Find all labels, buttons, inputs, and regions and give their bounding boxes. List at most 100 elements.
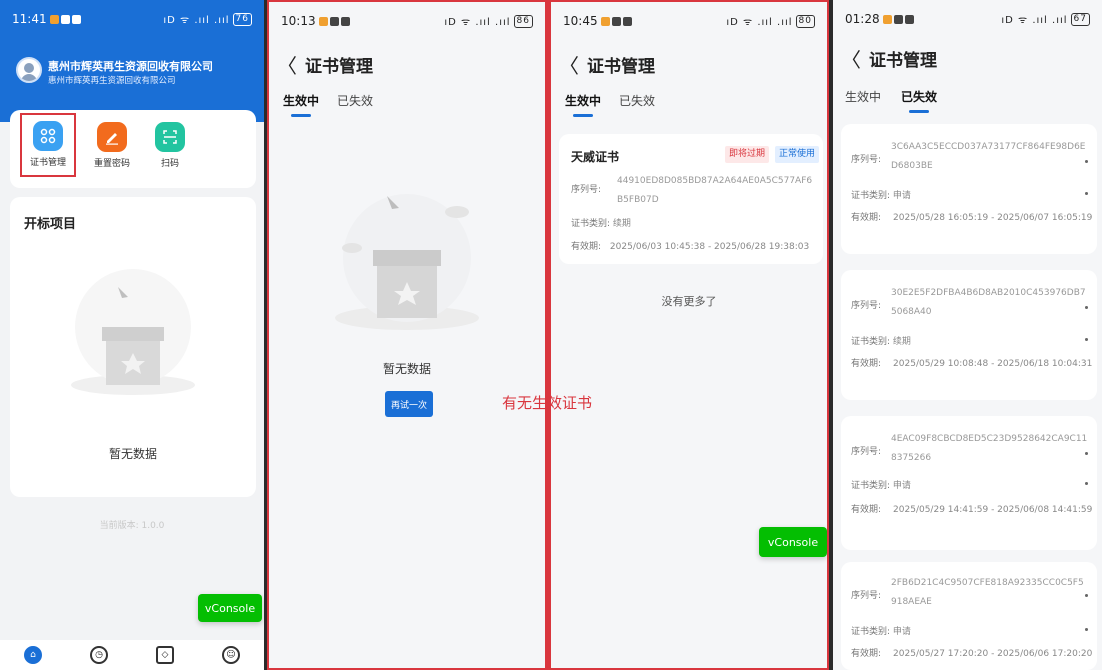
valid-label: 有效期:	[851, 213, 882, 223]
serial-label: 序列号:	[851, 155, 882, 165]
tab-indicator	[291, 114, 311, 117]
page-title: 证书管理	[869, 50, 937, 71]
menu-label: 重置密码	[93, 159, 130, 169]
serial-value: 4EAC09F8CBCD8ED5C23D9528642CA9C118375266	[891, 434, 1088, 463]
bottom-tabbar: ⌂ ◷ ◇ ☺	[0, 640, 264, 670]
type-value: 续期	[892, 337, 911, 347]
empty-text: 暂无数据	[382, 362, 431, 376]
tab-bar: 生效中 已失效	[269, 92, 545, 122]
cert-card[interactable]: 天威证书 即将过期 正常使用 序列号: 44910ED8D085BD87A2A6…	[559, 134, 823, 264]
tab-label: 生效中	[565, 94, 602, 108]
tab-active-certs[interactable]: 生效中	[845, 88, 881, 105]
tab-label: 已失效	[619, 94, 656, 108]
menu-cert-management[interactable]: 证书管理	[20, 113, 76, 177]
app-version: 当前版本: 1.0.0	[99, 521, 165, 531]
annotation-caption: 有无生效证书	[502, 394, 593, 412]
tab-label: 已失效	[901, 90, 938, 104]
battery-icon: 86	[513, 14, 533, 28]
tab-bar: 生效中 已失效	[551, 92, 827, 122]
phone-cert-empty: 10:13 ıD ᯤ .ııl .ııl 86 〈 证书管理 生效中 已失效 暂…	[267, 0, 547, 670]
tab-expired-certs[interactable]: 已失效	[337, 92, 373, 109]
company-header: 11:41 ıD ᯤ .ııl .ııl 76 惠州市辉英再生资源回收有限公司 …	[0, 0, 264, 122]
more-dot-icon	[1085, 192, 1088, 195]
back-icon[interactable]: 〈	[841, 44, 869, 73]
vconsole-button[interactable]: vConsole	[759, 527, 827, 557]
phone-home: 11:41 ıD ᯤ .ııl .ııl 76 惠州市辉英再生资源回收有限公司 …	[0, 0, 264, 670]
more-dot-icon	[1085, 306, 1088, 309]
type-value: 续期	[612, 219, 631, 229]
status-badge: 正常使用	[775, 146, 820, 163]
status-time: 01:28	[845, 12, 880, 26]
back-icon[interactable]: 〈	[559, 50, 587, 79]
menu-label: 证书管理	[29, 158, 66, 168]
company-name: 惠州市辉英再生资源回收有限公司	[48, 60, 213, 73]
status-bar: 11:41 ıD ᯤ .ııl .ııl 76	[0, 0, 264, 38]
empty-box-illustration	[335, 194, 479, 330]
phone-cert-active: 10:45 ıD ᯤ .ııl .ııl 80 〈 证书管理 生效中 已失效 天…	[549, 0, 829, 670]
menu-reset-password[interactable]: 重置密码	[84, 116, 140, 169]
no-more-text: 没有更多了	[661, 295, 717, 308]
grid-icon	[33, 121, 63, 151]
more-dot-icon	[1085, 482, 1088, 485]
type-label: 证书类别:	[571, 219, 611, 229]
cert-card[interactable]: 序列号: 2FB6D21C4C9507CFE818A92335CC0C5F591…	[841, 562, 1097, 670]
menu-label: 扫码	[160, 159, 179, 169]
cert-card[interactable]: 序列号: 30E2E5F2DFBA4B6D8AB2010C453976DB750…	[841, 270, 1097, 400]
status-time: 10:45	[563, 14, 598, 28]
cert-card[interactable]: 序列号: 4EAC09F8CBCD8ED5C23D9528642CA9C1183…	[841, 416, 1097, 550]
profile-icon[interactable]: ☺	[222, 646, 240, 664]
retry-button[interactable]: 再试一次	[385, 391, 433, 417]
notification-icons	[600, 16, 632, 26]
serial-label: 序列号:	[851, 447, 882, 457]
phone-cert-expired: 01:28 ıD ᯤ .ııl .ııl 67 〈 证书管理 生效中 已失效 序…	[833, 0, 1102, 670]
signal-icon: ıD ᯤ .ııl .ııl	[163, 15, 230, 26]
page-title: 证书管理	[587, 56, 655, 77]
home-icon[interactable]: ⌂	[24, 646, 42, 664]
cert-name: 天威证书	[571, 150, 620, 164]
menu-scan[interactable]: 扫码	[142, 116, 198, 169]
more-dot-icon	[1085, 594, 1088, 597]
status-bar: 10:13 ıD ᯤ .ııl .ııl 86	[269, 2, 545, 40]
signal-icon: ıD ᯤ .ııl .ııl	[726, 17, 793, 28]
serial-value: 3C6AA3C5ECCD037A73177CF864FE98D6ED6803BE	[891, 142, 1086, 171]
notification-icons	[318, 16, 350, 26]
serial-label: 序列号:	[571, 185, 602, 195]
more-dot-icon	[1085, 160, 1088, 163]
notification-icons	[882, 14, 914, 24]
serial-value: 44910ED8D085BD87A2A64AE0A5C577AF6B5FB07D	[617, 176, 813, 205]
cert-card[interactable]: 序列号: 3C6AA3C5ECCD037A73177CF864FE98D6ED6…	[841, 124, 1097, 254]
valid-value: 2025/05/29 14:41:59 - 2025/06/08 14:41:5…	[893, 505, 1093, 515]
notification-icons	[49, 14, 81, 24]
nav-bar: 〈 证书管理	[833, 40, 1102, 76]
tab-active-certs[interactable]: 生效中	[565, 92, 602, 117]
status-time: 11:41	[12, 12, 47, 26]
more-dot-icon	[1085, 628, 1088, 631]
back-icon[interactable]: 〈	[277, 50, 305, 79]
valid-label: 有效期:	[571, 242, 602, 252]
type-value: 申请	[892, 481, 911, 491]
cube-icon[interactable]: ◇	[156, 646, 174, 664]
tab-bar: 生效中 已失效	[833, 88, 1102, 118]
company-avatar[interactable]	[16, 57, 42, 83]
battery-icon: 80	[795, 14, 815, 28]
clock-icon[interactable]: ◷	[90, 646, 108, 664]
serial-label: 序列号:	[851, 591, 882, 601]
valid-value: 2025/05/27 17:20:20 - 2025/06/06 17:20:2…	[893, 649, 1093, 659]
tab-expired-certs[interactable]: 已失效	[619, 92, 655, 109]
serial-value: 2FB6D21C4C9507CFE818A92335CC0C5F5918AEAE	[891, 578, 1084, 607]
page-title: 证书管理	[305, 56, 373, 77]
signal-icon: ıD ᯤ .ııl .ııl	[1001, 15, 1068, 26]
tab-expired-certs[interactable]: 已失效	[901, 88, 938, 113]
expiring-badge: 即将过期	[725, 146, 770, 163]
battery-icon: 76	[232, 12, 252, 26]
tab-active-certs[interactable]: 生效中	[283, 92, 319, 117]
section-title: 开标项目	[24, 217, 77, 232]
signal-icon: ıD ᯤ .ııl .ııl	[444, 17, 511, 28]
serial-label: 序列号:	[851, 301, 882, 311]
type-label: 证书类别:	[851, 191, 891, 201]
vconsole-button[interactable]: vConsole	[198, 594, 262, 622]
company-subtitle: 惠州市辉英再生资源回收有限公司	[48, 76, 176, 86]
more-dot-icon	[1085, 452, 1088, 455]
valid-value: 2025/06/03 10:45:38 - 2025/06/28 19:38:0…	[609, 242, 810, 252]
nav-bar: 〈 证书管理	[551, 46, 827, 82]
